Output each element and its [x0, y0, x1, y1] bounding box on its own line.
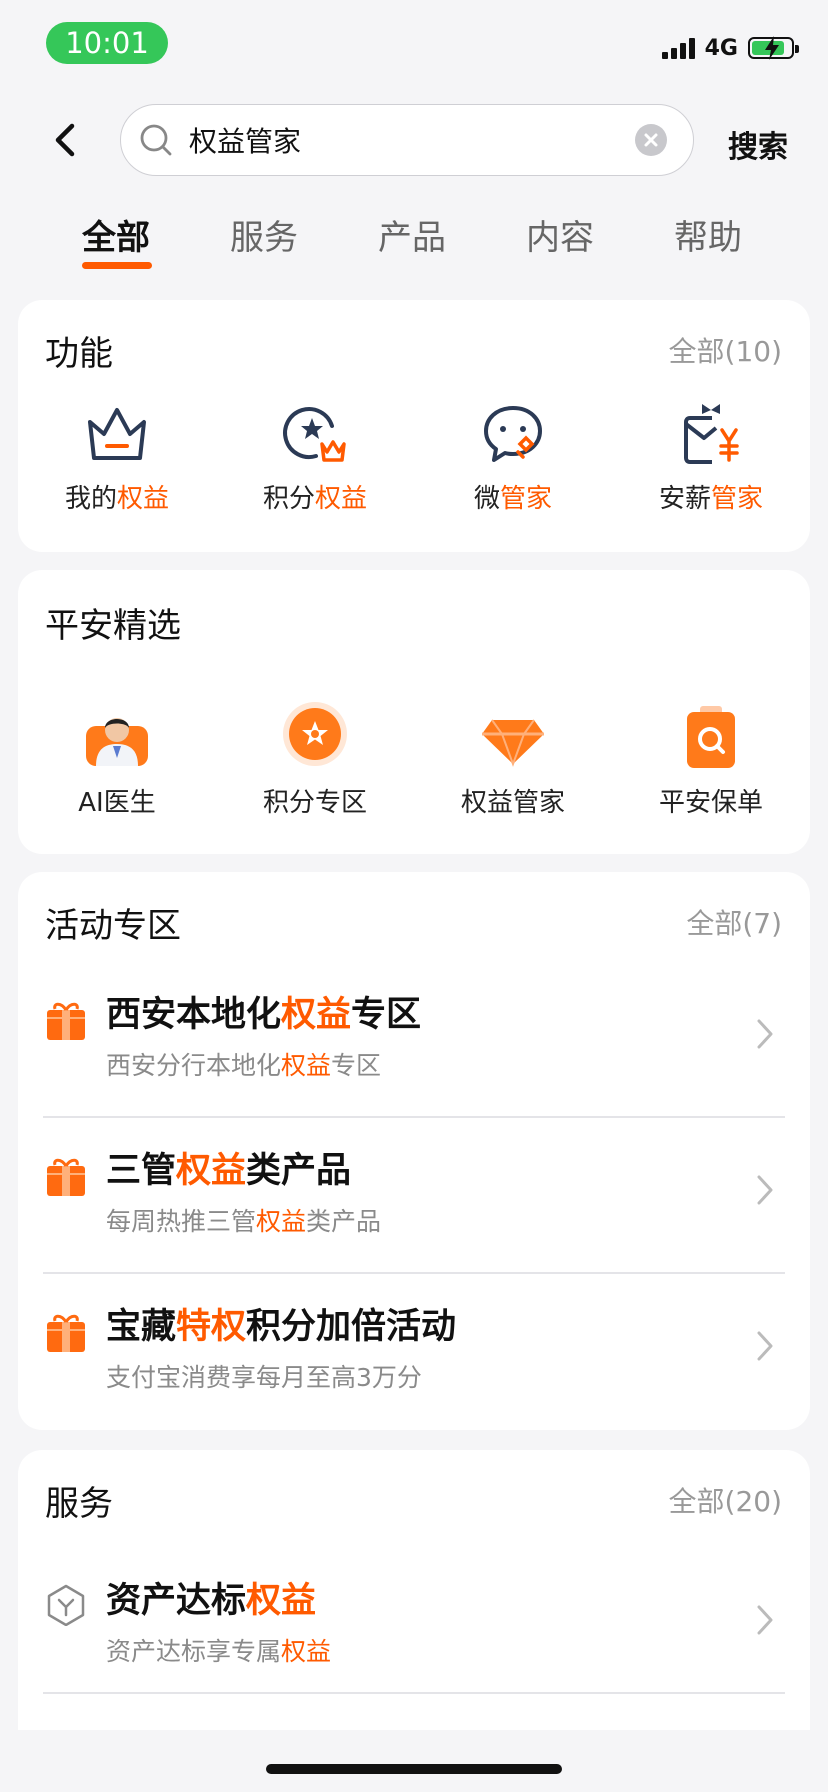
activities-card: 活动专区 全部(7) 西安本地化权益专区 西安分行本地化权益专区 三管权益类产品…: [18, 872, 810, 1430]
services-more-link[interactable]: 全部(20): [669, 1480, 782, 1520]
chevron-right-icon: [757, 1331, 773, 1361]
pick-label: AI医生: [78, 788, 156, 818]
divider: [43, 1116, 785, 1118]
functions-card: 功能 全部(10) 我的权益 积分权益 微管家 安薪管家: [18, 300, 810, 552]
pick-label: 权益管家: [460, 788, 565, 818]
services-title: 服务: [45, 1484, 113, 1524]
active-tab-indicator: [82, 262, 152, 269]
function-label-highlight: 权益: [315, 484, 368, 514]
activity-title-highlight: 特权: [176, 1307, 247, 1347]
activity-subtitle: 支付宝消费享每月至高3万分: [106, 1363, 422, 1392]
functions-title: 功能: [45, 334, 113, 374]
network-label: 4G: [704, 35, 738, 61]
functions-more-link[interactable]: 全部(10): [669, 330, 782, 370]
function-item-salary-butler[interactable]: 安薪管家: [612, 400, 810, 515]
chat-bubble-icon: [484, 406, 542, 462]
activity-row[interactable]: 宝藏特权积分加倍活动 支付宝消费享每月至高3万分: [18, 1276, 810, 1432]
tab-products[interactable]: 产品: [378, 210, 446, 259]
activity-subtitle-highlight: 权益: [256, 1207, 307, 1236]
signal-icon: [661, 37, 695, 59]
activity-subtitle: 每周热推三管: [106, 1207, 257, 1236]
function-label: 积分: [262, 484, 315, 514]
activity-title: 三管: [106, 1151, 177, 1191]
chevron-right-icon: [757, 1605, 773, 1635]
activity-title-rest: 专区: [351, 995, 422, 1035]
star-badge-icon: [283, 407, 346, 462]
diamond-icon: [482, 719, 544, 767]
service-subtitle-highlight: 权益: [281, 1637, 332, 1666]
function-label: 安薪: [658, 484, 711, 514]
doctor-avatar-icon: [86, 718, 148, 766]
tab-content[interactable]: 内容: [526, 210, 594, 259]
clear-icon[interactable]: [635, 124, 667, 156]
search-icon: [140, 124, 172, 156]
service-title-highlight: 权益: [246, 1581, 317, 1621]
activity-title-highlight: 权益: [281, 995, 352, 1035]
services-card: 服务 全部(20) 资产达标权益 资产达标享专属权益: [18, 1450, 810, 1730]
function-label: 我的: [64, 484, 117, 514]
pick-item-ai-doctor[interactable]: AI医生: [18, 702, 216, 819]
chevron-right-icon: [757, 1175, 773, 1205]
activity-row[interactable]: 三管权益类产品 每周热推三管权益类产品: [18, 1120, 810, 1276]
function-label-highlight: 权益: [117, 484, 170, 514]
activity-subtitle-rest: 专区: [331, 1051, 382, 1080]
service-row[interactable]: 资产达标权益 资产达标享专属权益: [18, 1550, 810, 1706]
activity-title-rest: 积分加倍活动: [246, 1307, 457, 1347]
hexagon-icon: [47, 1584, 85, 1626]
activity-title: 西安本地化: [106, 995, 282, 1035]
status-time: 10:01: [46, 22, 168, 64]
policy-search-icon: [687, 706, 735, 768]
activity-title-highlight: 权益: [176, 1151, 247, 1191]
status-indicators: 4G: [661, 34, 799, 62]
pick-label: 平安保单: [658, 788, 763, 818]
pick-item-points-zone[interactable]: 积分专区: [216, 702, 414, 819]
activities-title: 活动专区: [45, 906, 181, 946]
search-input[interactable]: [187, 122, 611, 158]
function-label-highlight: 管家: [711, 484, 764, 514]
picks-title: 平安精选: [45, 606, 181, 646]
activity-subtitle-highlight: 权益: [281, 1051, 332, 1080]
pick-label: 积分专区: [262, 788, 367, 818]
salary-gift-icon: [684, 404, 739, 464]
battery-icon: [748, 36, 799, 60]
tab-all[interactable]: 全部: [82, 210, 150, 259]
activities-more-link[interactable]: 全部(7): [686, 902, 782, 942]
gift-icon: [47, 1314, 85, 1352]
activity-subtitle: 西安分行本地化: [106, 1051, 282, 1080]
activity-title-rest: 类产品: [246, 1151, 352, 1191]
pick-item-benefits-butler[interactable]: 权益管家: [414, 702, 612, 819]
function-item-wechat-butler[interactable]: 微管家: [414, 400, 612, 515]
divider: [43, 1692, 785, 1694]
chevron-right-icon: [757, 1019, 773, 1049]
service-subtitle: 资产达标享专属: [106, 1637, 282, 1666]
search-bar[interactable]: [120, 104, 694, 176]
activity-title: 宝藏: [106, 1307, 177, 1347]
activity-row[interactable]: 西安本地化权益专区 西安分行本地化权益专区: [18, 964, 810, 1120]
function-label-highlight: 管家: [500, 484, 553, 514]
gift-icon: [47, 1158, 85, 1196]
back-icon[interactable]: [50, 120, 80, 160]
activity-subtitle-rest: 类产品: [306, 1207, 382, 1236]
function-label: 微: [473, 484, 500, 514]
crown-icon: [88, 408, 146, 460]
tab-services[interactable]: 服务: [230, 210, 298, 259]
picks-card: 平安精选 AI医生 积分专区 权益管家 平安保单: [18, 570, 810, 854]
function-item-points-benefits[interactable]: 积分权益: [216, 400, 414, 515]
search-button[interactable]: 搜索: [728, 122, 788, 166]
points-star-icon: [283, 702, 347, 766]
gift-icon: [47, 1002, 85, 1040]
service-title: 资产达标: [106, 1581, 247, 1621]
tab-help[interactable]: 帮助: [674, 210, 742, 259]
pick-item-ping-an-policy[interactable]: 平安保单: [612, 702, 810, 819]
home-indicator[interactable]: [266, 1764, 562, 1774]
divider: [43, 1272, 785, 1274]
function-item-my-benefits[interactable]: 我的权益: [18, 400, 216, 515]
